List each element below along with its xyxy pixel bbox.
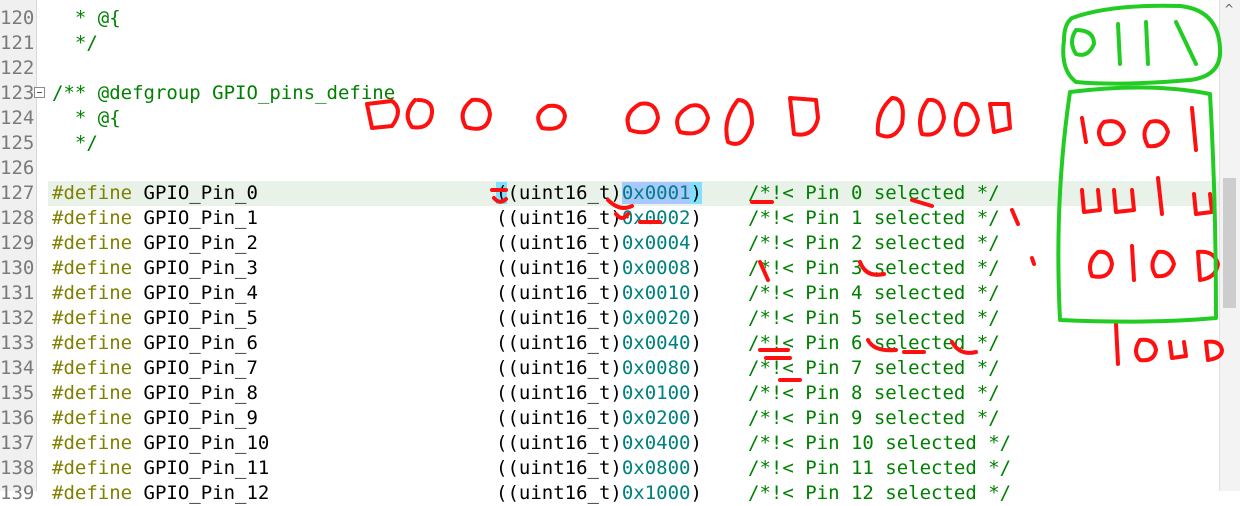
handwriting-overlay bbox=[365, 3, 1224, 382]
